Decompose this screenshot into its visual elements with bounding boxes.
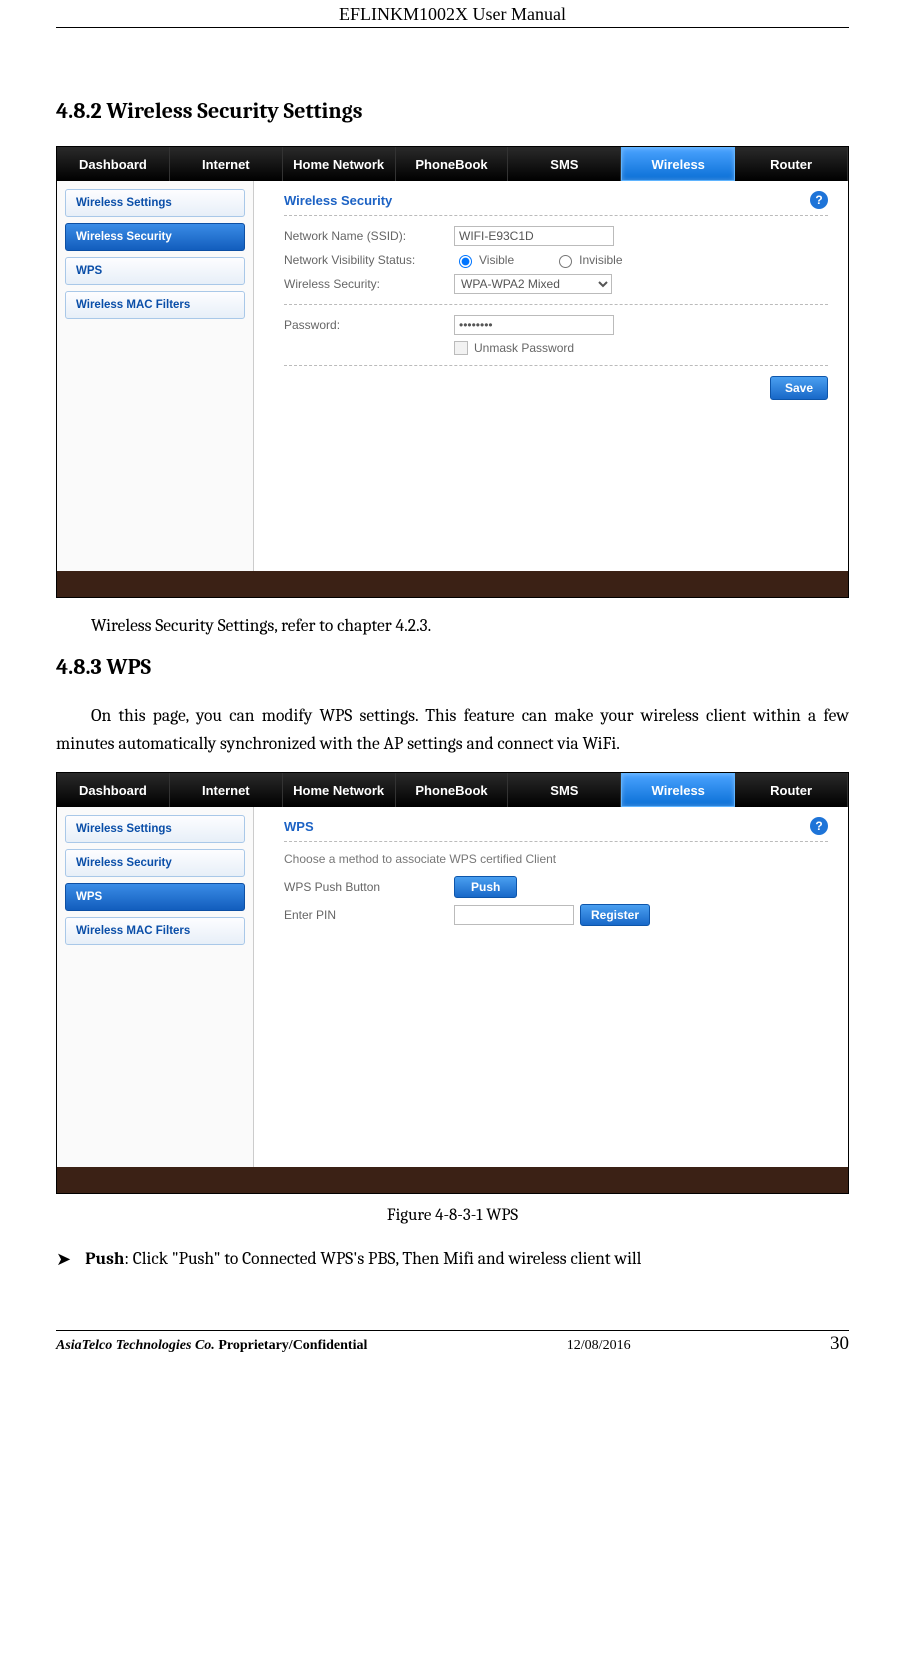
security-mode-label: Wireless Security: [284, 277, 454, 291]
visibility-visible-option[interactable]: Visible [454, 252, 514, 268]
section-4-8-3-paragraph: On this page, you can modify WPS setting… [56, 702, 849, 758]
arrow-icon: ➤ [56, 1249, 71, 1270]
panel-title-text: WPS [284, 819, 314, 834]
top-nav: Dashboard Internet Home Network PhoneBoo… [57, 773, 848, 807]
visibility-invisible-option[interactable]: Invisible [554, 252, 622, 268]
sidebar-wireless-mac-filters[interactable]: Wireless MAC Filters [65, 291, 245, 319]
section-4-8-3-title: 4.8.3 WPS [56, 654, 849, 680]
push-bullet-line: ➤ Push: Click "Push" to Connected WPS's … [56, 1249, 849, 1270]
push-bullet-label: Push [85, 1249, 124, 1269]
sidebar-wireless-settings[interactable]: Wireless Settings [65, 815, 245, 843]
visibility-label: Network Visibility Status: [284, 253, 454, 267]
save-button[interactable]: Save [770, 376, 828, 400]
page-footer: AsiaTelco Technologies Co. Proprietary/C… [56, 1330, 849, 1355]
sidebar-wireless-security[interactable]: Wireless Security [65, 849, 245, 877]
page-header: EFLINKM1002X User Manual [56, 0, 849, 28]
footer-date: 12/08/2016 [567, 1338, 631, 1354]
invisible-radio[interactable] [559, 255, 572, 268]
nav-phonebook[interactable]: PhoneBook [396, 773, 509, 807]
figure-caption: Figure 4-8-3-1 WPS [56, 1206, 849, 1225]
product-code: EFLINKM1002X [339, 4, 468, 24]
nav-wireless[interactable]: Wireless [621, 147, 735, 181]
nav-dashboard[interactable]: Dashboard [57, 147, 170, 181]
unmask-label: Unmask Password [474, 341, 574, 355]
ssid-label: Network Name (SSID): [284, 229, 454, 243]
section-4-8-2-caption: Wireless Security Settings, refer to cha… [56, 612, 849, 640]
nav-home-network[interactable]: Home Network [283, 773, 396, 807]
wps-register-button[interactable]: Register [580, 904, 650, 926]
sidebar-wireless-mac-filters[interactable]: Wireless MAC Filters [65, 917, 245, 945]
password-input[interactable] [454, 315, 614, 335]
nav-router[interactable]: Router [735, 147, 848, 181]
screenshot-wps: Dashboard Internet Home Network PhoneBoo… [56, 772, 849, 1194]
help-icon[interactable]: ? [810, 191, 828, 209]
help-icon[interactable]: ? [810, 817, 828, 835]
sidebar: Wireless Settings Wireless Security WPS … [57, 181, 254, 571]
footer-company: AsiaTelco Technologies Co. [56, 1338, 215, 1353]
sidebar-wireless-security[interactable]: Wireless Security [65, 223, 245, 251]
ssid-input[interactable] [454, 226, 614, 246]
wps-pin-label: Enter PIN [284, 908, 454, 922]
wps-pin-input[interactable] [454, 905, 574, 925]
content-panel: Wireless Security ? Network Name (SSID):… [254, 181, 848, 571]
sidebar-wireless-settings[interactable]: Wireless Settings [65, 189, 245, 217]
bottom-bar [57, 1167, 848, 1193]
security-mode-select[interactable]: WPA-WPA2 Mixed [454, 274, 612, 294]
nav-internet[interactable]: Internet [170, 773, 283, 807]
sidebar: Wireless Settings Wireless Security WPS … [57, 807, 254, 1167]
nav-phonebook[interactable]: PhoneBook [396, 147, 509, 181]
nav-sms[interactable]: SMS [508, 147, 621, 181]
doc-title: User Manual [473, 4, 566, 24]
screenshot-wireless-security: Dashboard Internet Home Network PhoneBoo… [56, 146, 849, 598]
unmask-checkbox[interactable] [454, 341, 468, 355]
visible-radio[interactable] [459, 255, 472, 268]
sidebar-wps[interactable]: WPS [65, 883, 245, 911]
bottom-bar [57, 571, 848, 597]
nav-wireless[interactable]: Wireless [621, 773, 735, 807]
footer-page-number: 30 [830, 1333, 849, 1355]
wps-push-button[interactable]: Push [454, 876, 517, 898]
nav-home-network[interactable]: Home Network [283, 147, 396, 181]
nav-internet[interactable]: Internet [170, 147, 283, 181]
content-panel: WPS ? Choose a method to associate WPS c… [254, 807, 848, 1167]
nav-sms[interactable]: SMS [508, 773, 621, 807]
top-nav: Dashboard Internet Home Network PhoneBoo… [57, 147, 848, 181]
section-4-8-2-title: 4.8.2 Wireless Security Settings [56, 98, 849, 124]
footer-classification: Proprietary/Confidential [218, 1338, 367, 1353]
nav-router[interactable]: Router [735, 773, 848, 807]
wps-subtitle: Choose a method to associate WPS certifi… [284, 852, 828, 866]
nav-dashboard[interactable]: Dashboard [57, 773, 170, 807]
wps-push-label: WPS Push Button [284, 880, 454, 894]
password-label: Password: [284, 318, 454, 332]
sidebar-wps[interactable]: WPS [65, 257, 245, 285]
panel-title-text: Wireless Security [284, 193, 392, 208]
push-bullet-text: : Click "Push" to Connected WPS's PBS, T… [124, 1249, 641, 1269]
